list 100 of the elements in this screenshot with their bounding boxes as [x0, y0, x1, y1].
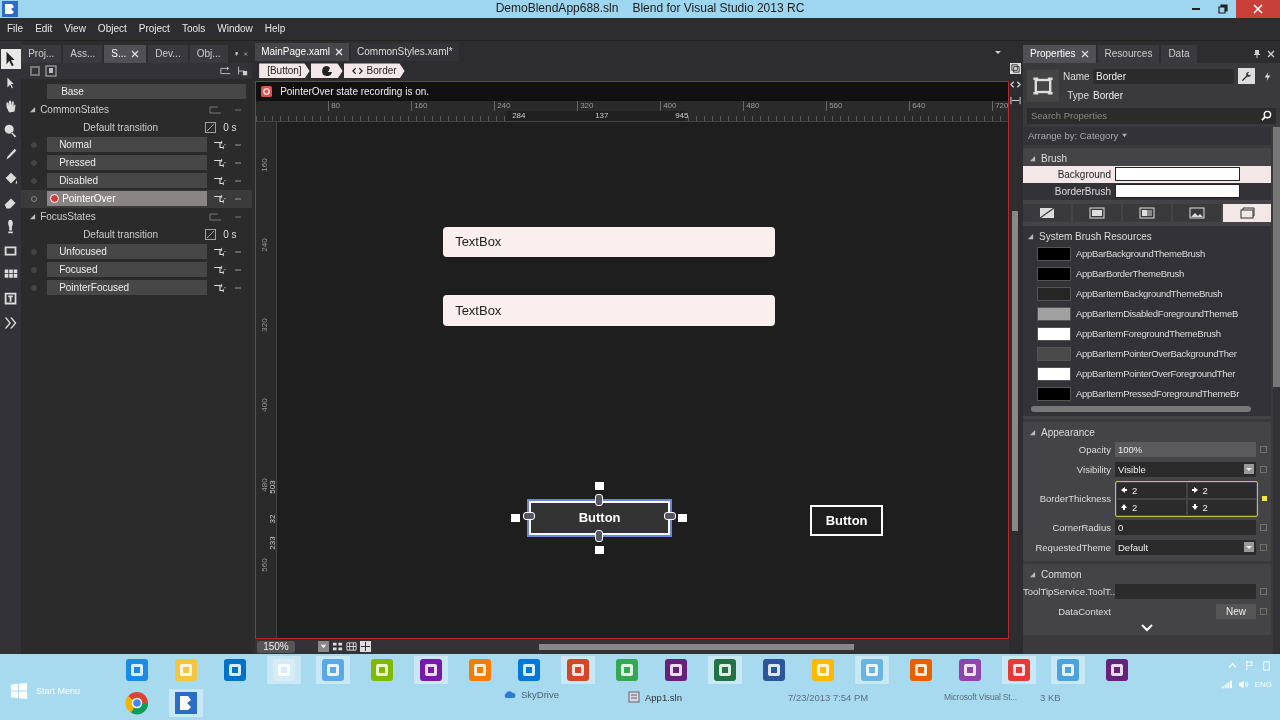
preview-toggle-icon[interactable]	[45, 64, 58, 77]
grid-icon[interactable]	[331, 641, 343, 653]
app-tile-icon[interactable]	[1002, 656, 1036, 685]
app-tile-icon[interactable]	[169, 689, 203, 718]
close-icon[interactable]	[1266, 48, 1276, 59]
arrange-by-dropdown[interactable]: Arrange by: Category	[1023, 126, 1271, 145]
panel-tab[interactable]: Data	[1161, 44, 1197, 63]
app-tile-icon[interactable]	[1051, 656, 1085, 685]
state-item[interactable]: PointerFocused	[47, 280, 208, 296]
menu-item[interactable]: File	[2, 21, 29, 37]
snap-lines-icon[interactable]	[359, 641, 371, 653]
panel-tab[interactable]: S...	[104, 44, 147, 63]
menu-item[interactable]: Edit	[30, 21, 58, 37]
advanced-options-marker[interactable]	[1260, 544, 1267, 552]
thickness-field[interactable]: 2	[1187, 499, 1256, 515]
canvas-button[interactable]: Button	[529, 500, 671, 535]
snap-grid-icon[interactable]	[345, 641, 357, 653]
advanced-options-marker[interactable]	[1260, 524, 1267, 532]
document-tab[interactable]: MainPage.xaml	[255, 42, 350, 61]
chevron-down-icon[interactable]	[1141, 623, 1153, 632]
panel-tab[interactable]: Obj...	[189, 44, 228, 63]
text-box[interactable]: TextBox	[443, 226, 776, 257]
close-icon[interactable]	[335, 47, 344, 56]
transition-duration[interactable]: 0 s	[223, 121, 237, 133]
pin-icon[interactable]	[1252, 48, 1262, 59]
vertical-scrollbar[interactable]	[1273, 126, 1280, 655]
panel-tab[interactable]: Ass...	[63, 44, 103, 63]
menu-item[interactable]: Window	[212, 21, 258, 37]
thickness-field[interactable]: 2	[1117, 499, 1186, 515]
transition-icon[interactable]	[213, 175, 228, 186]
zoom-level[interactable]: 150%	[257, 640, 295, 653]
expand-triangle-icon[interactable]	[1027, 232, 1034, 240]
state-item[interactable]: Disabled	[47, 173, 208, 189]
state-item[interactable]: PointerOver	[47, 191, 208, 207]
close-icon[interactable]	[1080, 49, 1089, 58]
property-field[interactable]: 100%	[1115, 442, 1256, 458]
none-brush-tab[interactable]	[1023, 203, 1071, 222]
transition-icon[interactable]	[213, 139, 228, 150]
margin-pin[interactable]	[595, 493, 604, 506]
advanced-options-marker[interactable]	[1260, 466, 1267, 474]
margin-pin[interactable]	[523, 511, 536, 520]
advanced-options-marker[interactable]	[1260, 446, 1267, 454]
panel-tab[interactable]: Proj...	[21, 44, 62, 63]
transition-icon[interactable]	[213, 282, 228, 293]
expand-triangle-icon[interactable]	[1029, 154, 1036, 162]
property-field[interactable]: 0	[1115, 520, 1256, 536]
properties-button[interactable]	[1238, 68, 1255, 85]
resize-handle[interactable]	[511, 513, 521, 522]
panel-tab[interactable]: Resources	[1097, 44, 1160, 63]
easing-icon[interactable]	[205, 228, 217, 240]
resize-handle[interactable]	[595, 545, 605, 554]
brush-resource-item[interactable]: AppBarBackgroundThemeBrush	[1027, 243, 1271, 264]
add-state-group-icon[interactable]	[220, 64, 233, 77]
margin-pin[interactable]	[664, 511, 677, 520]
expand-triangle-icon[interactable]	[1029, 428, 1036, 436]
gradient-brush-tab[interactable]	[1123, 203, 1171, 222]
resource-brush-tab[interactable]	[1223, 203, 1271, 222]
easing-icon[interactable]	[205, 121, 217, 133]
menu-item[interactable]: Project	[133, 21, 175, 37]
transition-icon[interactable]	[213, 157, 228, 168]
split-icon[interactable]	[1009, 94, 1021, 106]
menu-item[interactable]: Tools	[176, 21, 211, 37]
base-state[interactable]: Base	[47, 84, 247, 100]
breadcrumb-item[interactable]: Border	[343, 63, 405, 79]
split-view-icon[interactable]	[1009, 62, 1021, 74]
property-dropdown[interactable]: Default	[1115, 540, 1256, 556]
advanced-options-marker[interactable]	[1260, 588, 1267, 596]
menu-item[interactable]: Help	[259, 21, 291, 37]
expand-triangle-icon[interactable]	[29, 213, 37, 221]
expand-triangle-icon[interactable]	[29, 106, 37, 114]
state-item[interactable]: Unfocused	[47, 244, 208, 260]
transition-icon[interactable]	[213, 264, 228, 275]
app-tile-icon[interactable]	[316, 656, 350, 685]
brush-resource-item[interactable]: AppBarItemDisabledForegroundThemeB	[1027, 303, 1271, 324]
state-item[interactable]: Normal	[47, 137, 208, 153]
brush-resource-item[interactable]: AppBarItemPressedForegroundThemeBr	[1027, 383, 1271, 404]
app-tile-icon[interactable]	[561, 656, 595, 685]
solid-brush-tab[interactable]	[1073, 203, 1121, 222]
thickness-field[interactable]: 2	[1187, 482, 1256, 498]
breadcrumb-item[interactable]	[310, 63, 343, 79]
add-state-icon[interactable]	[236, 64, 249, 77]
transition-icon[interactable]	[213, 246, 228, 257]
expand-triangle-icon[interactable]	[1029, 570, 1036, 578]
close-icon[interactable]	[131, 49, 140, 58]
document-tab[interactable]: CommonStyles.xaml*	[351, 42, 459, 61]
advanced-options-marker[interactable]	[1260, 608, 1267, 616]
property-dropdown[interactable]: Visible	[1115, 462, 1256, 478]
new-button[interactable]: New	[1216, 604, 1256, 620]
breadcrumb-item[interactable]: [Button]	[259, 63, 310, 79]
menu-item[interactable]: Object	[92, 21, 132, 37]
resize-handle[interactable]	[678, 513, 688, 522]
state-item[interactable]: Pressed	[47, 155, 208, 171]
image-brush-tab[interactable]	[1173, 203, 1221, 222]
app-tile-icon[interactable]	[267, 656, 301, 685]
name-field[interactable]: Border	[1093, 68, 1234, 84]
panel-tab[interactable]: Properties	[1023, 44, 1096, 63]
transition-icon[interactable]	[213, 193, 228, 204]
brush-resource-item[interactable]: AppBarItemForegroundThemeBrush	[1027, 323, 1271, 344]
app-tile-icon[interactable]	[708, 656, 742, 685]
thickness-field[interactable]: 2	[1117, 482, 1186, 498]
